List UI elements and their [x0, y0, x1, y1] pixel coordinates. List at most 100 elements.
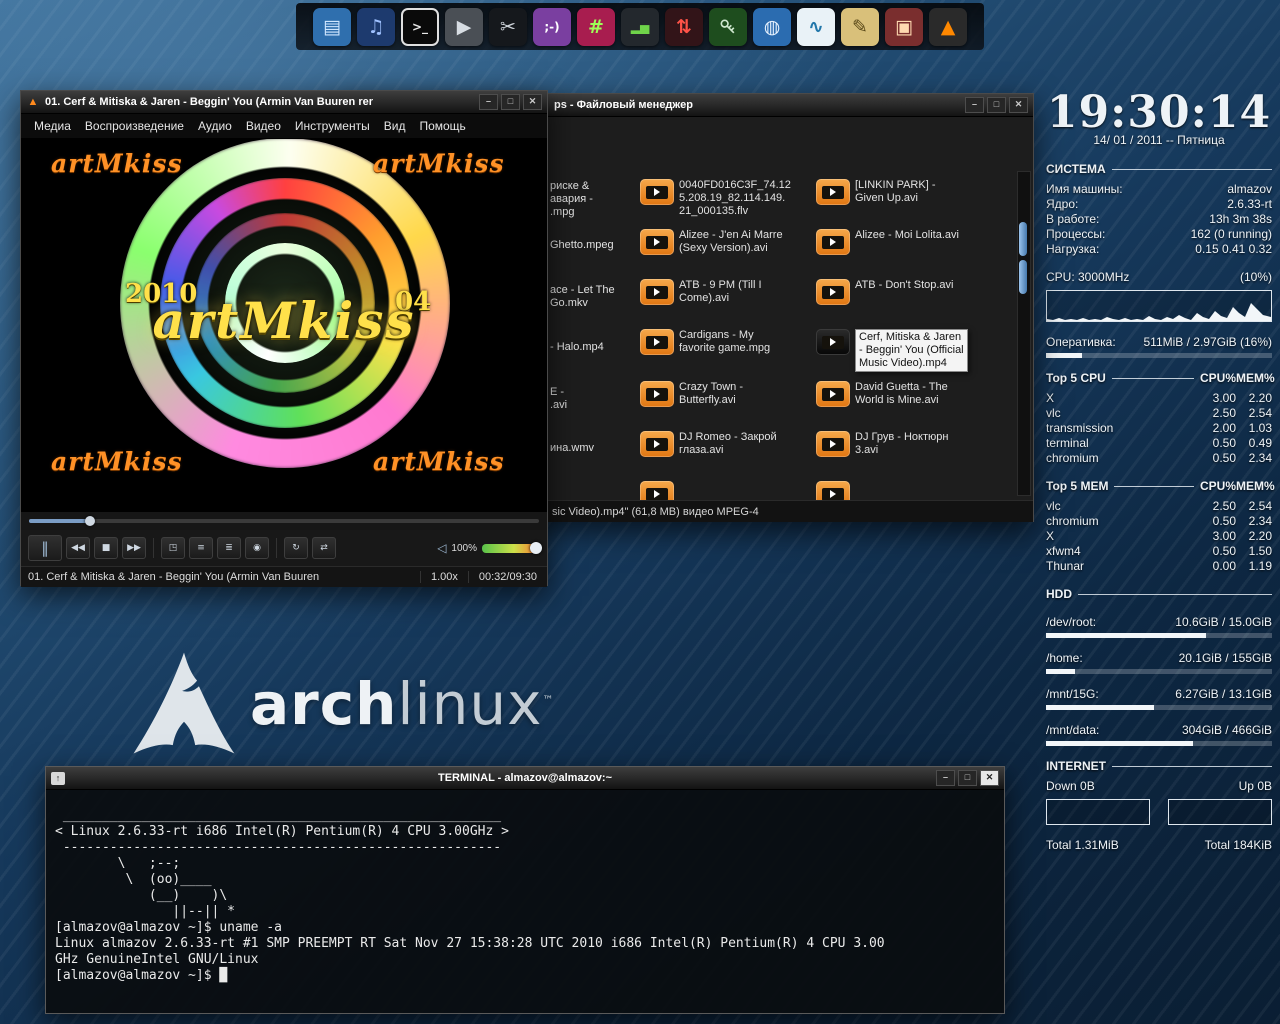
file-item-partial[interactable]: ина.wmv — [550, 442, 594, 455]
file-item-partial[interactable]: риске & авария - .mpg — [550, 180, 593, 219]
menu-view[interactable]: Вид — [377, 117, 413, 135]
menu-audio[interactable]: Аудио — [191, 117, 239, 135]
minimize-button[interactable]: – — [965, 97, 984, 113]
process-name: chromium — [1046, 451, 1099, 466]
file-item[interactable]: David Guetta - The World is Mine.avi — [816, 381, 948, 407]
volume-slider[interactable] — [482, 544, 540, 553]
equalizer-button[interactable]: ≣ — [217, 537, 241, 559]
file-name: David Guetta - The World is Mine.avi — [855, 381, 948, 407]
close-button[interactable]: ✕ — [1009, 97, 1028, 113]
file-item[interactable]: ATB - Don't Stop.avi — [816, 279, 954, 305]
menu-playback[interactable]: Воспроизведение — [78, 117, 191, 135]
file-item[interactable]: [LINKIN PARK] - Given Up.avi — [816, 179, 935, 205]
next-button[interactable]: ▶▶ — [122, 537, 146, 559]
file-item[interactable]: DJ Romeo - Закрой глаза.avi — [640, 431, 777, 457]
keys-icon[interactable] — [709, 8, 747, 46]
file-item-partial[interactable]: - Halo.mp4 — [550, 341, 604, 354]
value: 0.15 0.41 0.32 — [1195, 242, 1272, 257]
globe-glyph: ◍ — [764, 16, 781, 38]
file-item[interactable]: ATB - 9 PM (Till I Come).avi — [640, 279, 762, 305]
conky-system-monitor: 19:30:14 14/ 01 / 2011 -- Пятница СИСТЕМ… — [1046, 90, 1272, 853]
icon-band — [646, 388, 668, 401]
pda-glyph: ▤ — [323, 16, 341, 38]
file-item[interactable]: 0040FD016C3F_74.12 5.208.19_82.114.149. … — [640, 179, 791, 218]
file-item-partial[interactable]: ace - Let The Go.mkv — [550, 284, 615, 310]
icon-band — [646, 286, 668, 299]
icon-band — [646, 438, 668, 451]
pencil-glyph: ✎ — [852, 16, 868, 38]
file-item-partial[interactable]: E - .avi — [550, 386, 567, 412]
media-player-icon[interactable]: ▶ — [445, 8, 483, 46]
playlist-button[interactable]: ≡ — [189, 537, 213, 559]
menu-video[interactable]: Видео — [239, 117, 288, 135]
mount: /mnt/15G: — [1046, 687, 1099, 702]
transfers-icon[interactable]: ⇅ — [665, 8, 703, 46]
terminal-icon[interactable]: >_ — [401, 8, 439, 46]
fullscreen-button[interactable]: ◳ — [161, 537, 185, 559]
snapshot-button[interactable]: ◉ — [245, 537, 269, 559]
terminal-output[interactable]: ________________________________________… — [46, 803, 1004, 989]
file-item-clipped[interactable] — [640, 481, 674, 500]
scissors-icon[interactable]: ✂ — [489, 8, 527, 46]
hdd-bar — [1046, 633, 1272, 638]
video-file-icon — [816, 179, 850, 205]
seek-thumb[interactable] — [85, 516, 95, 526]
browser-icon[interactable]: ◍ — [753, 8, 791, 46]
play-glyph — [830, 440, 836, 448]
top-cpu-header: Top 5 CPUCPU%MEM% — [1046, 371, 1272, 386]
system-monitor-icon[interactable]: ▂▅ — [621, 8, 659, 46]
file-item[interactable]: Crazy Town - Butterfly.avi — [640, 381, 743, 407]
file-name: Alizee - J'en Ai Marre (Sexy Version).av… — [679, 229, 783, 255]
chart-icon[interactable]: ∿ — [797, 8, 835, 46]
ram-label: Оперативка: — [1046, 335, 1116, 350]
pause-button[interactable]: ‖ — [28, 535, 62, 561]
minimize-button[interactable]: – — [936, 770, 955, 786]
video-file-icon — [640, 329, 674, 355]
linux-word: linux — [397, 670, 542, 738]
file-item[interactable]: Cardigans - My favorite game.mpg — [640, 329, 770, 355]
file-item-selected[interactable]: Cerf, Mitiska & Jaren - Beggin' You (Off… — [816, 329, 968, 372]
process-name: terminal — [1046, 436, 1089, 451]
process-name: vlc — [1046, 499, 1061, 514]
previous-button[interactable]: ◀◀ — [66, 537, 90, 559]
notes-icon[interactable]: ✎ — [841, 8, 879, 46]
irc-icon[interactable]: # — [577, 8, 615, 46]
vlc-titlebar[interactable]: ▲ 01. Cerf & Mitiska & Jaren - Beggin' Y… — [21, 91, 547, 114]
video-file-icon — [816, 481, 850, 500]
vlc-icon[interactable]: ▲ — [929, 8, 967, 46]
shuffle-button[interactable]: ⇄ — [312, 537, 336, 559]
scrollbar[interactable] — [1017, 171, 1031, 496]
terminal-titlebar[interactable]: ↑ TERMINAL - almazov@almazov:~ – □ ✕ — [46, 767, 1004, 790]
seek-slider[interactable] — [29, 519, 539, 523]
loop-button[interactable]: ↻ — [284, 537, 308, 559]
file-item[interactable]: Alizee - J'en Ai Marre (Sexy Version).av… — [640, 229, 783, 255]
file-item-clipped[interactable] — [816, 481, 850, 500]
file-item[interactable]: DJ Грув - Ноктюрн 3.avi — [816, 431, 948, 457]
play-glyph — [830, 338, 836, 346]
pda-icon[interactable]: ▤ — [313, 8, 351, 46]
maximize-button[interactable]: □ — [987, 97, 1006, 113]
scrollbar-thumb[interactable] — [1019, 222, 1027, 256]
close-button[interactable]: ✕ — [980, 770, 999, 786]
scrollbar-thumb[interactable] — [1019, 260, 1027, 294]
stop-button[interactable]: ■ — [94, 537, 118, 559]
video-area[interactable]: artMkiss artMkiss artMkiss artMkiss 2010… — [21, 139, 547, 511]
minimize-button[interactable]: – — [479, 94, 498, 110]
seek-elapsed — [29, 519, 90, 523]
video-file-icon — [640, 179, 674, 205]
window-title: 01. Cerf & Mitiska & Jaren - Beggin' You… — [45, 96, 373, 108]
speaker-icon[interactable]: ◁ — [437, 541, 446, 555]
file-item[interactable]: Alizee - Moi Lolita.avi — [816, 229, 959, 255]
messenger-icon[interactable]: ;-) — [533, 8, 571, 46]
vlc-menubar: Медиа Воспроизведение Аудио Видео Инстру… — [21, 114, 547, 139]
media-device-icon[interactable]: ♫ — [357, 8, 395, 46]
close-button[interactable]: ✕ — [523, 94, 542, 110]
maximize-button[interactable]: □ — [501, 94, 520, 110]
menu-media[interactable]: Медиа — [27, 117, 78, 135]
playback-rate: 1.00x — [420, 571, 468, 583]
maximize-button[interactable]: □ — [958, 770, 977, 786]
menu-tools[interactable]: Инструменты — [288, 117, 377, 135]
file-item-partial[interactable]: Ghetto.mpeg — [550, 239, 614, 252]
menu-help[interactable]: Помощь — [412, 117, 472, 135]
packages-icon[interactable]: ▣ — [885, 8, 923, 46]
